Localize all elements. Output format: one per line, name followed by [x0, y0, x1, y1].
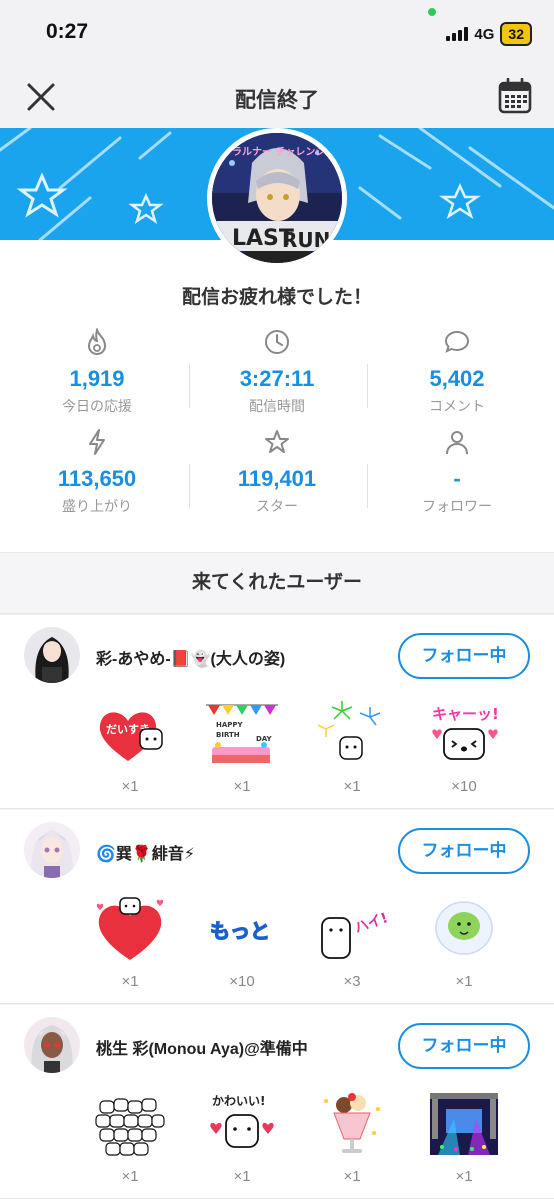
stage-icon: [430, 1093, 498, 1155]
status-bar: 0:27 4G 32: [0, 0, 554, 64]
nav-bar: 配信終了: [0, 64, 554, 128]
hai-icon: ハイ!: [321, 910, 390, 959]
stat-duration: 3:27:11 配信時間: [185, 328, 369, 416]
gift-item: かわいい! ×1: [192, 1089, 292, 1185]
crowd-icon: [95, 1098, 165, 1156]
gift-item: ×1: [414, 894, 514, 990]
daisuki-heart-icon: だいすき: [99, 712, 163, 761]
avatar[interactable]: [24, 1017, 80, 1073]
stat-value: 3:27:11: [239, 366, 315, 391]
calendar-icon[interactable]: [498, 78, 532, 114]
gift-item: ×1: [302, 699, 402, 795]
stat-value: 119,401: [237, 466, 317, 491]
gift-count: ×10: [451, 778, 477, 795]
divider: [189, 464, 190, 508]
gift-count: ×3: [343, 973, 361, 990]
svg-text:RUN: RUN: [282, 228, 330, 252]
page-title: 配信終了: [235, 89, 319, 112]
stat-comments: 5,402 コメント: [365, 328, 549, 416]
user-row: 桃生 彩(Monou Aya)@準備中 フォロー中 ×1 かわいい! ×1 ×1…: [0, 1005, 554, 1199]
svg-text:BIRTH: BIRTH: [216, 731, 240, 739]
lightning-icon: [89, 429, 105, 455]
status-icons: 4G 32: [446, 22, 532, 46]
privacy-indicator: [428, 8, 436, 16]
gift-count: ×1: [455, 1168, 473, 1185]
network-type: 4G: [474, 25, 495, 43]
avatar[interactable]: [24, 822, 80, 878]
divider: [367, 464, 368, 508]
avatar[interactable]: [24, 627, 80, 683]
gift-item: ×1: [414, 1089, 514, 1185]
gift-item: キャーッ! ×10: [414, 699, 514, 795]
stat-stars: 119,401 スター: [185, 428, 369, 516]
green-ghost-icon: [435, 901, 493, 955]
visitors-section-title: 来てくれたユーザー: [0, 552, 554, 614]
comment-icon: [444, 330, 470, 353]
star-icon: [265, 430, 289, 453]
stat-cheer: 1,919 今日の応援: [5, 328, 189, 416]
gift-count: ×1: [343, 778, 361, 795]
flame-icon: [87, 328, 107, 355]
gift-count: ×1: [455, 973, 473, 990]
happy-birthday-icon: HAPPY BIRTH DAY: [206, 704, 278, 763]
user-row: 彩-あやめ-📕👻(大人の姿) フォロー中 だいすき ×1 HAPPY BIRTH…: [0, 615, 554, 809]
stat-label: コメント: [429, 398, 485, 414]
signal-icon: [446, 27, 469, 41]
fireworks-icon: [317, 701, 381, 760]
svg-text:ハイ!: ハイ!: [353, 910, 390, 937]
stat-value: 5,402: [429, 366, 485, 391]
greeting-text: 配信お疲れ様でした！: [181, 287, 372, 308]
gift-item: ×1: [302, 1089, 402, 1185]
divider: [367, 364, 368, 408]
user-row: 🌀巽🌹緋音⚡ フォロー中 ×1 もっと ×10 ハイ! ×3 ×1: [0, 810, 554, 1004]
big-heart-icon: [96, 897, 164, 960]
gift-count: ×1: [121, 973, 139, 990]
user-name[interactable]: 桃生 彩(Monou Aya)@準備中: [96, 1035, 308, 1059]
user-name[interactable]: 🌀巽🌹緋音⚡: [96, 840, 195, 864]
parfait-icon: [324, 1093, 380, 1153]
status-time: 0:27: [46, 20, 89, 43]
gift-item: ×1: [80, 1089, 180, 1185]
gift-item: ハイ! ×3: [302, 894, 402, 990]
user-name[interactable]: 彩-あやめ-📕👻(大人の姿): [96, 645, 285, 669]
gift-count: ×1: [121, 1168, 139, 1185]
svg-text:もっと: もっと: [210, 919, 270, 943]
gift-count: ×1: [343, 1168, 361, 1185]
gift-item: だいすき ×1: [80, 699, 180, 795]
star-decoration-icon: [16, 172, 68, 218]
gift-count: ×1: [121, 778, 139, 795]
stat-label: 配信時間: [249, 398, 305, 414]
battery-indicator: 32: [500, 22, 532, 46]
follow-button[interactable]: フォロー中: [398, 1023, 530, 1069]
svg-text:かわいい!: かわいい!: [212, 1094, 265, 1108]
svg-text:ウラルナー チャレンジ中: ウラルナー チャレンジ中: [222, 145, 335, 158]
stat-label: 盛り上がり: [62, 498, 132, 514]
svg-text:キャーッ!: キャーッ!: [432, 705, 499, 723]
stat-followers: - フォロワー: [365, 428, 549, 516]
stat-label: フォロワー: [422, 498, 492, 514]
stat-value: 113,650: [57, 466, 137, 491]
motto-icon: もっと: [209, 918, 270, 943]
follow-button[interactable]: フォロー中: [398, 633, 530, 679]
gift-count: ×10: [229, 973, 255, 990]
svg-text:DAY: DAY: [256, 735, 273, 743]
stat-excitement: 113,650 盛り上がり: [5, 428, 189, 516]
kawaii-icon: かわいい!: [210, 1094, 274, 1148]
stat-label: 今日の応援: [62, 398, 132, 414]
stat-value: -: [453, 466, 461, 491]
person-icon: [446, 431, 468, 455]
follow-button[interactable]: フォロー中: [398, 828, 530, 874]
gift-count: ×1: [233, 1168, 251, 1185]
clock-icon: [265, 330, 289, 354]
kyaa-icon: キャーッ!: [432, 705, 499, 760]
streamer-avatar: LAST RUN ウラルナー チャレンジ中: [207, 128, 347, 268]
gift-item: HAPPY BIRTH DAY ×1: [192, 699, 292, 795]
gift-count: ×1: [233, 778, 251, 795]
gift-item: ×1: [80, 894, 180, 990]
stat-value: 1,919: [69, 366, 125, 391]
gift-item: もっと ×10: [192, 894, 292, 990]
stat-label: スター: [256, 498, 298, 514]
divider: [189, 364, 190, 408]
svg-text:HAPPY: HAPPY: [216, 721, 244, 729]
